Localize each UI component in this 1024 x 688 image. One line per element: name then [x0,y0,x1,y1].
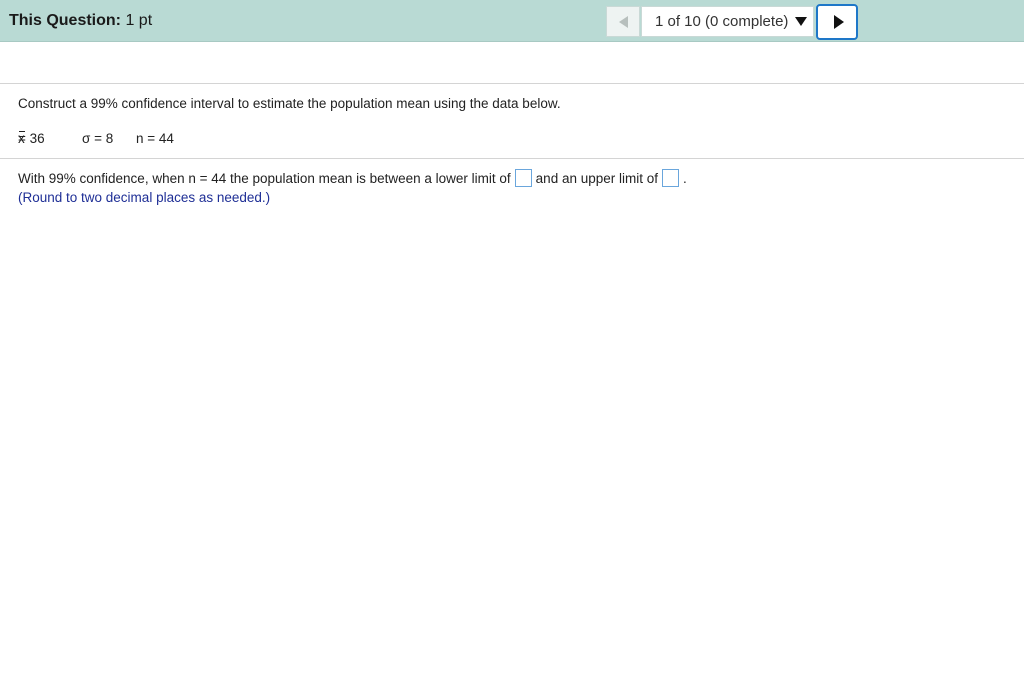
rounding-hint: (Round to two decimal places as needed.) [18,190,271,205]
question-header: This Question: 1 pt 1 of 10 (0 complete) [0,0,1024,42]
content-divider-top [0,83,1024,84]
answer-text-part1: With 99% confidence, when n = 44 the pop… [18,170,511,186]
question-points-label: This Question: [9,12,121,29]
answer-text-part3: . [683,170,687,186]
upper-limit-input[interactable] [662,169,679,187]
question-progress-dropdown[interactable]: 1 of 10 (0 complete) [641,6,814,37]
triangle-down-icon [795,17,808,26]
question-prompt: Construct a 99% confidence interval to e… [18,96,561,111]
triangle-right-icon [833,15,844,29]
triangle-left-icon [618,15,628,28]
sample-mean-symbol: x [18,131,25,146]
lower-limit-input[interactable] [514,169,532,187]
question-points: This Question: 1 pt [9,12,152,30]
sample-mean: x = 36 [18,131,45,146]
answer-text-part2: and an upper limit of [535,170,658,186]
previous-question-button[interactable] [606,6,640,37]
question-progress-label: 1 of 10 (0 complete) [655,13,789,30]
next-question-button[interactable] [816,4,858,40]
sample-size: n = 44 [136,131,174,146]
question-points-value: 1 pt [125,12,153,29]
answer-statement: With 99% confidence, when n = 44 the pop… [18,169,687,187]
content-divider-middle [0,158,1024,159]
population-sd: σ = 8 [82,131,114,146]
